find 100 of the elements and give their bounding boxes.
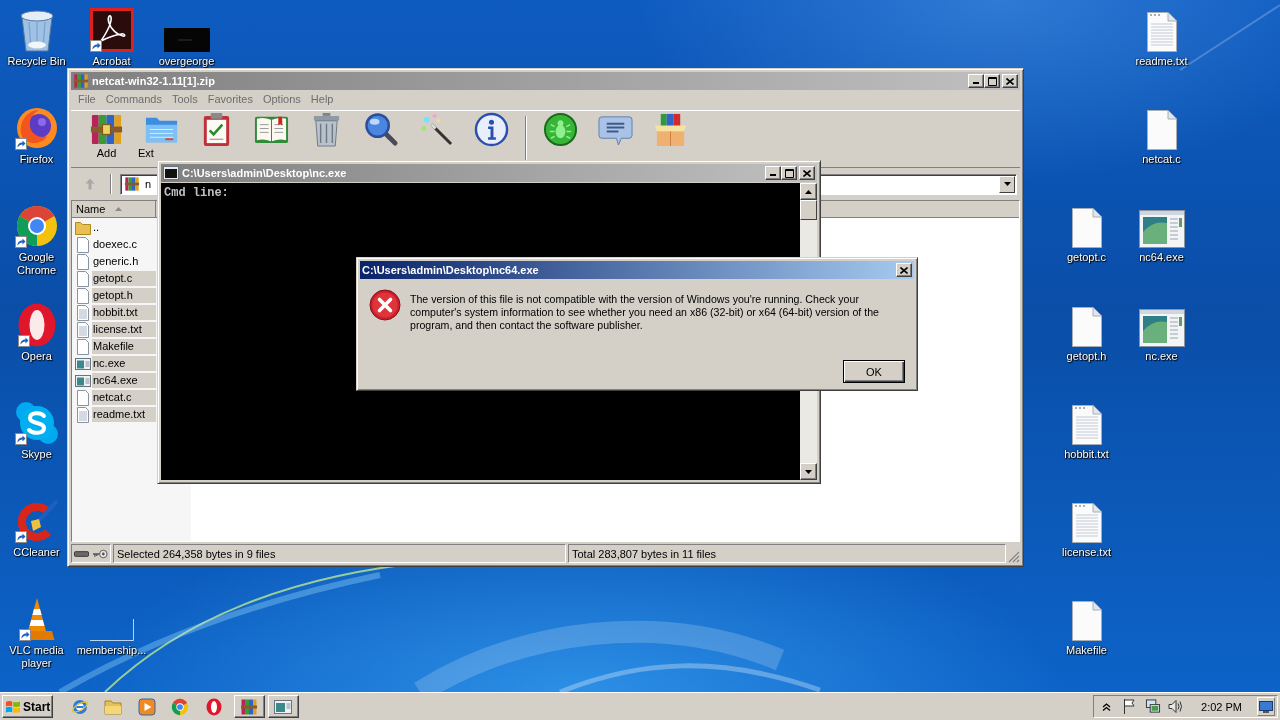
console-window-icon [274, 697, 292, 716]
toolbar-button[interactable]: Add [79, 111, 134, 159]
desktop-icon-label[interactable]: Recycle Bin [7, 55, 66, 68]
close-button[interactable] [1002, 74, 1018, 88]
desktop-icon-label[interactable]: Makefile [1066, 644, 1107, 658]
console-app-icon [163, 165, 179, 181]
desktop-icon-label[interactable]: Opera [21, 349, 52, 363]
menu-item[interactable]: Commands [100, 93, 167, 105]
skype-icon[interactable] [14, 400, 59, 445]
maximize-button[interactable] [781, 166, 797, 180]
up-arrow-icon [85, 178, 95, 190]
file-name[interactable]: .. [92, 220, 156, 235]
archive-books-icon [73, 73, 89, 89]
maximize-button[interactable] [984, 74, 1000, 88]
show-desktop-button[interactable] [1257, 697, 1275, 716]
desktop-icon-label[interactable]: Skype [21, 447, 52, 461]
text-file-icon [75, 406, 91, 423]
dropdown-button[interactable] [999, 175, 1015, 193]
desktop-icon-label[interactable]: VLC media player [6, 644, 67, 671]
desktop-icon-label[interactable]: hobbit.txt [1064, 447, 1109, 461]
desktop-icon-label[interactable]: netcat.c [1142, 153, 1181, 167]
file-name[interactable]: Makefile [92, 339, 156, 354]
desktop-icon-label[interactable]: license.txt [1062, 546, 1111, 559]
archive-books-icon [89, 112, 124, 147]
clock[interactable]: 2:02 PM [1201, 700, 1242, 713]
info-icon [474, 112, 509, 147]
desktop-icon-label[interactable]: nc.exe [1145, 349, 1178, 363]
file-name[interactable]: generic.h [92, 254, 156, 269]
maximize-icon [784, 168, 794, 178]
bug-icon [543, 112, 578, 147]
network-icon[interactable] [1145, 699, 1162, 714]
desktop-icon-label[interactable]: overgeorge [158, 55, 215, 68]
blank-file-icon[interactable] [1071, 601, 1102, 642]
thumbnail-frame-icon[interactable] [89, 619, 134, 642]
minimize-button[interactable] [968, 74, 984, 88]
desktop-icon-label[interactable]: membership... [76, 644, 147, 658]
path-dropdown[interactable] [821, 173, 1017, 195]
toolbar-button[interactable]: Ext [134, 111, 189, 159]
close-button[interactable] [896, 263, 912, 277]
menu-item[interactable]: Favorites [202, 93, 258, 105]
text-file-icon[interactable] [1071, 404, 1102, 445]
file-name[interactable]: doexec.c [92, 237, 156, 252]
taskbar-button[interactable] [267, 695, 299, 718]
blank-file-icon[interactable] [1071, 306, 1102, 347]
taskbar-button[interactable] [233, 695, 265, 718]
desktop-icon-label[interactable]: getopt.h [1066, 349, 1107, 363]
file-name[interactable]: nc64.exe [92, 373, 156, 388]
window-title: netcat-win32-1.11[1].zip [92, 75, 216, 87]
menu-item[interactable]: Options [257, 93, 306, 105]
blank-file-icon[interactable] [1071, 208, 1102, 249]
desktop-icon-label[interactable]: Google Chrome [6, 251, 67, 278]
minimize-icon [770, 174, 776, 176]
desktop-icon-label[interactable]: nc64.exe [1139, 251, 1184, 265]
desktop-icon-label[interactable]: Firefox [19, 153, 54, 167]
file-name[interactable]: hobbit.txt [92, 305, 156, 320]
file-name[interactable]: nc.exe [92, 356, 156, 371]
scroll-down-button[interactable] [800, 463, 817, 480]
close-icon [900, 266, 908, 274]
program-window-icon[interactable] [1138, 308, 1185, 347]
close-icon [1006, 77, 1014, 85]
key-icon [93, 548, 108, 559]
archive-books-icon [240, 697, 258, 716]
scroll-up-button[interactable] [800, 183, 817, 200]
path-field[interactable]: n [120, 173, 157, 195]
console-line: Cmd line: [164, 186, 229, 200]
desktop-icon-label[interactable]: CCleaner [13, 546, 60, 559]
maximize-icon [987, 76, 997, 86]
status-text: Total 283,807 bytes in 11 files [568, 544, 1006, 563]
menu-item[interactable]: Tools [167, 93, 203, 105]
resize-grip-icon[interactable] [1008, 551, 1020, 563]
chevron-up-icon[interactable] [1102, 702, 1112, 711]
chrome-icon[interactable] [14, 204, 59, 249]
program-window-icon[interactable] [1138, 210, 1185, 249]
desktop-icon-label[interactable]: getopt.c [1066, 251, 1107, 265]
blank-file-icon [75, 236, 91, 253]
pdf-icon[interactable] [89, 8, 134, 52]
text-file-icon[interactable] [1071, 503, 1102, 543]
desktop-icon-label[interactable]: readme.txt [1135, 55, 1188, 68]
file-name[interactable]: license.txt [92, 322, 156, 337]
speaker-icon[interactable] [1168, 699, 1185, 714]
blank-file-icon[interactable] [1146, 110, 1177, 151]
file-name[interactable]: getopt.c [92, 271, 156, 286]
status-text: Selected 264,358 bytes in 9 files [113, 544, 566, 563]
file-name[interactable]: netcat.c [92, 390, 156, 405]
path-text: n [145, 178, 152, 190]
opera-icon[interactable] [17, 302, 56, 347]
thumbnail-icon[interactable] [163, 28, 210, 52]
firefox-icon[interactable] [14, 106, 59, 151]
desktop-icon-label[interactable]: Acrobat [92, 55, 131, 68]
text-file-icon [75, 321, 91, 338]
scrollbar-thumb[interactable] [800, 200, 817, 220]
folder-icon [75, 219, 91, 236]
sort-up-icon [115, 207, 123, 211]
minimize-button[interactable] [765, 166, 781, 180]
file-name[interactable]: readme.txt [92, 407, 156, 422]
text-file-icon[interactable] [1146, 12, 1177, 52]
ok-button[interactable]: OK [843, 360, 905, 383]
file-name[interactable]: getopt.h [92, 288, 156, 303]
start-button[interactable]: Start [2, 695, 53, 718]
close-button[interactable] [799, 166, 815, 180]
